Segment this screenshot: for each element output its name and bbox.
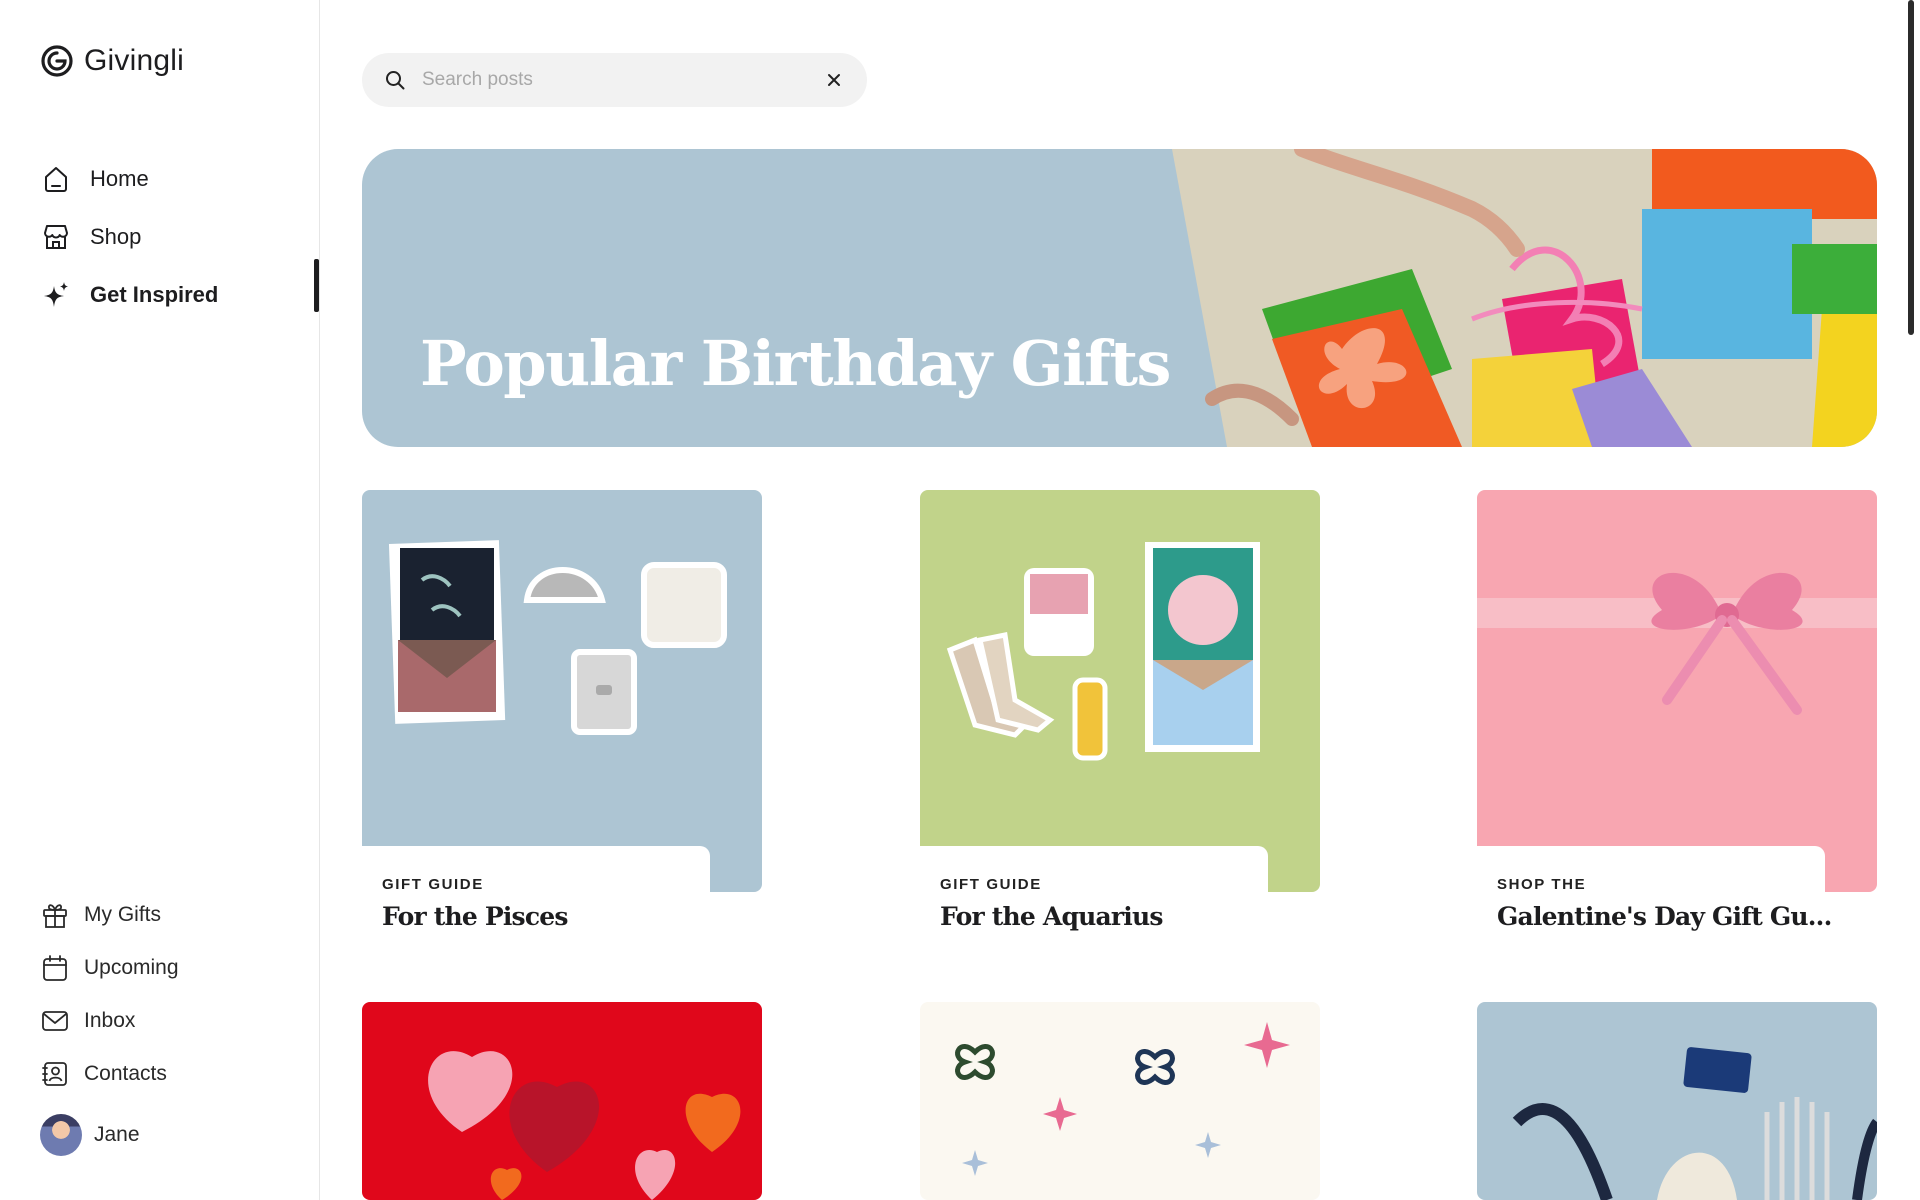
post-card-image bbox=[1477, 490, 1877, 892]
post-title: Galentine's Day Gift Gu... bbox=[1497, 902, 1832, 931]
scrollbar[interactable] bbox=[1908, 0, 1914, 335]
nav-item-get-inspired[interactable]: Get Inspired bbox=[40, 266, 218, 324]
nav-item-contacts[interactable]: Contacts bbox=[40, 1047, 179, 1100]
user-name: Jane bbox=[94, 1123, 140, 1146]
search-input[interactable] bbox=[422, 69, 823, 91]
post-kicker: GIFT GUIDE bbox=[940, 876, 1042, 893]
nav-label-upcoming: Upcoming bbox=[84, 955, 179, 979]
avatar bbox=[40, 1114, 82, 1156]
post-title: For the Aquarius bbox=[940, 902, 1163, 931]
secondary-nav: My Gifts Upcoming Inbox Contacts bbox=[40, 888, 179, 1100]
sidebar: Givingli Home Shop Get Inspired My Gifts… bbox=[0, 0, 320, 1200]
calendar-icon bbox=[40, 953, 70, 983]
contacts-icon bbox=[40, 1059, 70, 1089]
post-kicker: GIFT GUIDE bbox=[382, 876, 484, 893]
post-card-image bbox=[920, 490, 1320, 892]
post-kicker: SHOP THE bbox=[1497, 876, 1587, 893]
nav-label-shop: Shop bbox=[90, 224, 142, 249]
post-card-image bbox=[1477, 1002, 1877, 1200]
active-nav-indicator bbox=[314, 259, 319, 312]
brand-name: Givingli bbox=[84, 44, 184, 77]
user-profile[interactable]: Jane bbox=[40, 1114, 140, 1156]
nav-label-get-inspired: Get Inspired bbox=[90, 282, 219, 307]
post-title: For the Pisces bbox=[382, 902, 568, 931]
nav-item-shop[interactable]: Shop bbox=[40, 208, 218, 266]
nav-label-home: Home bbox=[90, 166, 149, 191]
home-icon bbox=[40, 163, 72, 195]
brand-logo[interactable]: Givingli bbox=[40, 44, 184, 78]
shop-icon bbox=[40, 221, 72, 253]
gift-icon bbox=[40, 900, 70, 930]
nav-label-my-gifts: My Gifts bbox=[84, 902, 161, 926]
post-card-image bbox=[920, 1002, 1320, 1200]
nav-item-upcoming[interactable]: Upcoming bbox=[40, 941, 179, 994]
hero-title: Popular Birthday Gifts bbox=[420, 327, 1171, 400]
post-card-image bbox=[362, 1002, 762, 1200]
post-card-image bbox=[362, 490, 762, 892]
sparkle-icon bbox=[40, 279, 72, 311]
givingli-logo-icon bbox=[41, 45, 73, 77]
nav-item-inbox[interactable]: Inbox bbox=[40, 994, 179, 1047]
clear-search-icon[interactable] bbox=[823, 69, 845, 91]
nav-label-contacts: Contacts bbox=[84, 1061, 167, 1085]
nav-item-home[interactable]: Home bbox=[40, 150, 218, 208]
nav-item-my-gifts[interactable]: My Gifts bbox=[40, 888, 179, 941]
nav-label-inbox: Inbox bbox=[84, 1008, 136, 1032]
hero-gifts-image bbox=[1172, 149, 1877, 447]
hero-banner[interactable]: Popular Birthday Gifts bbox=[362, 149, 1877, 447]
mail-icon bbox=[40, 1006, 70, 1036]
primary-nav: Home Shop Get Inspired bbox=[40, 150, 218, 324]
search-icon bbox=[386, 71, 405, 90]
search-bar bbox=[362, 53, 867, 107]
